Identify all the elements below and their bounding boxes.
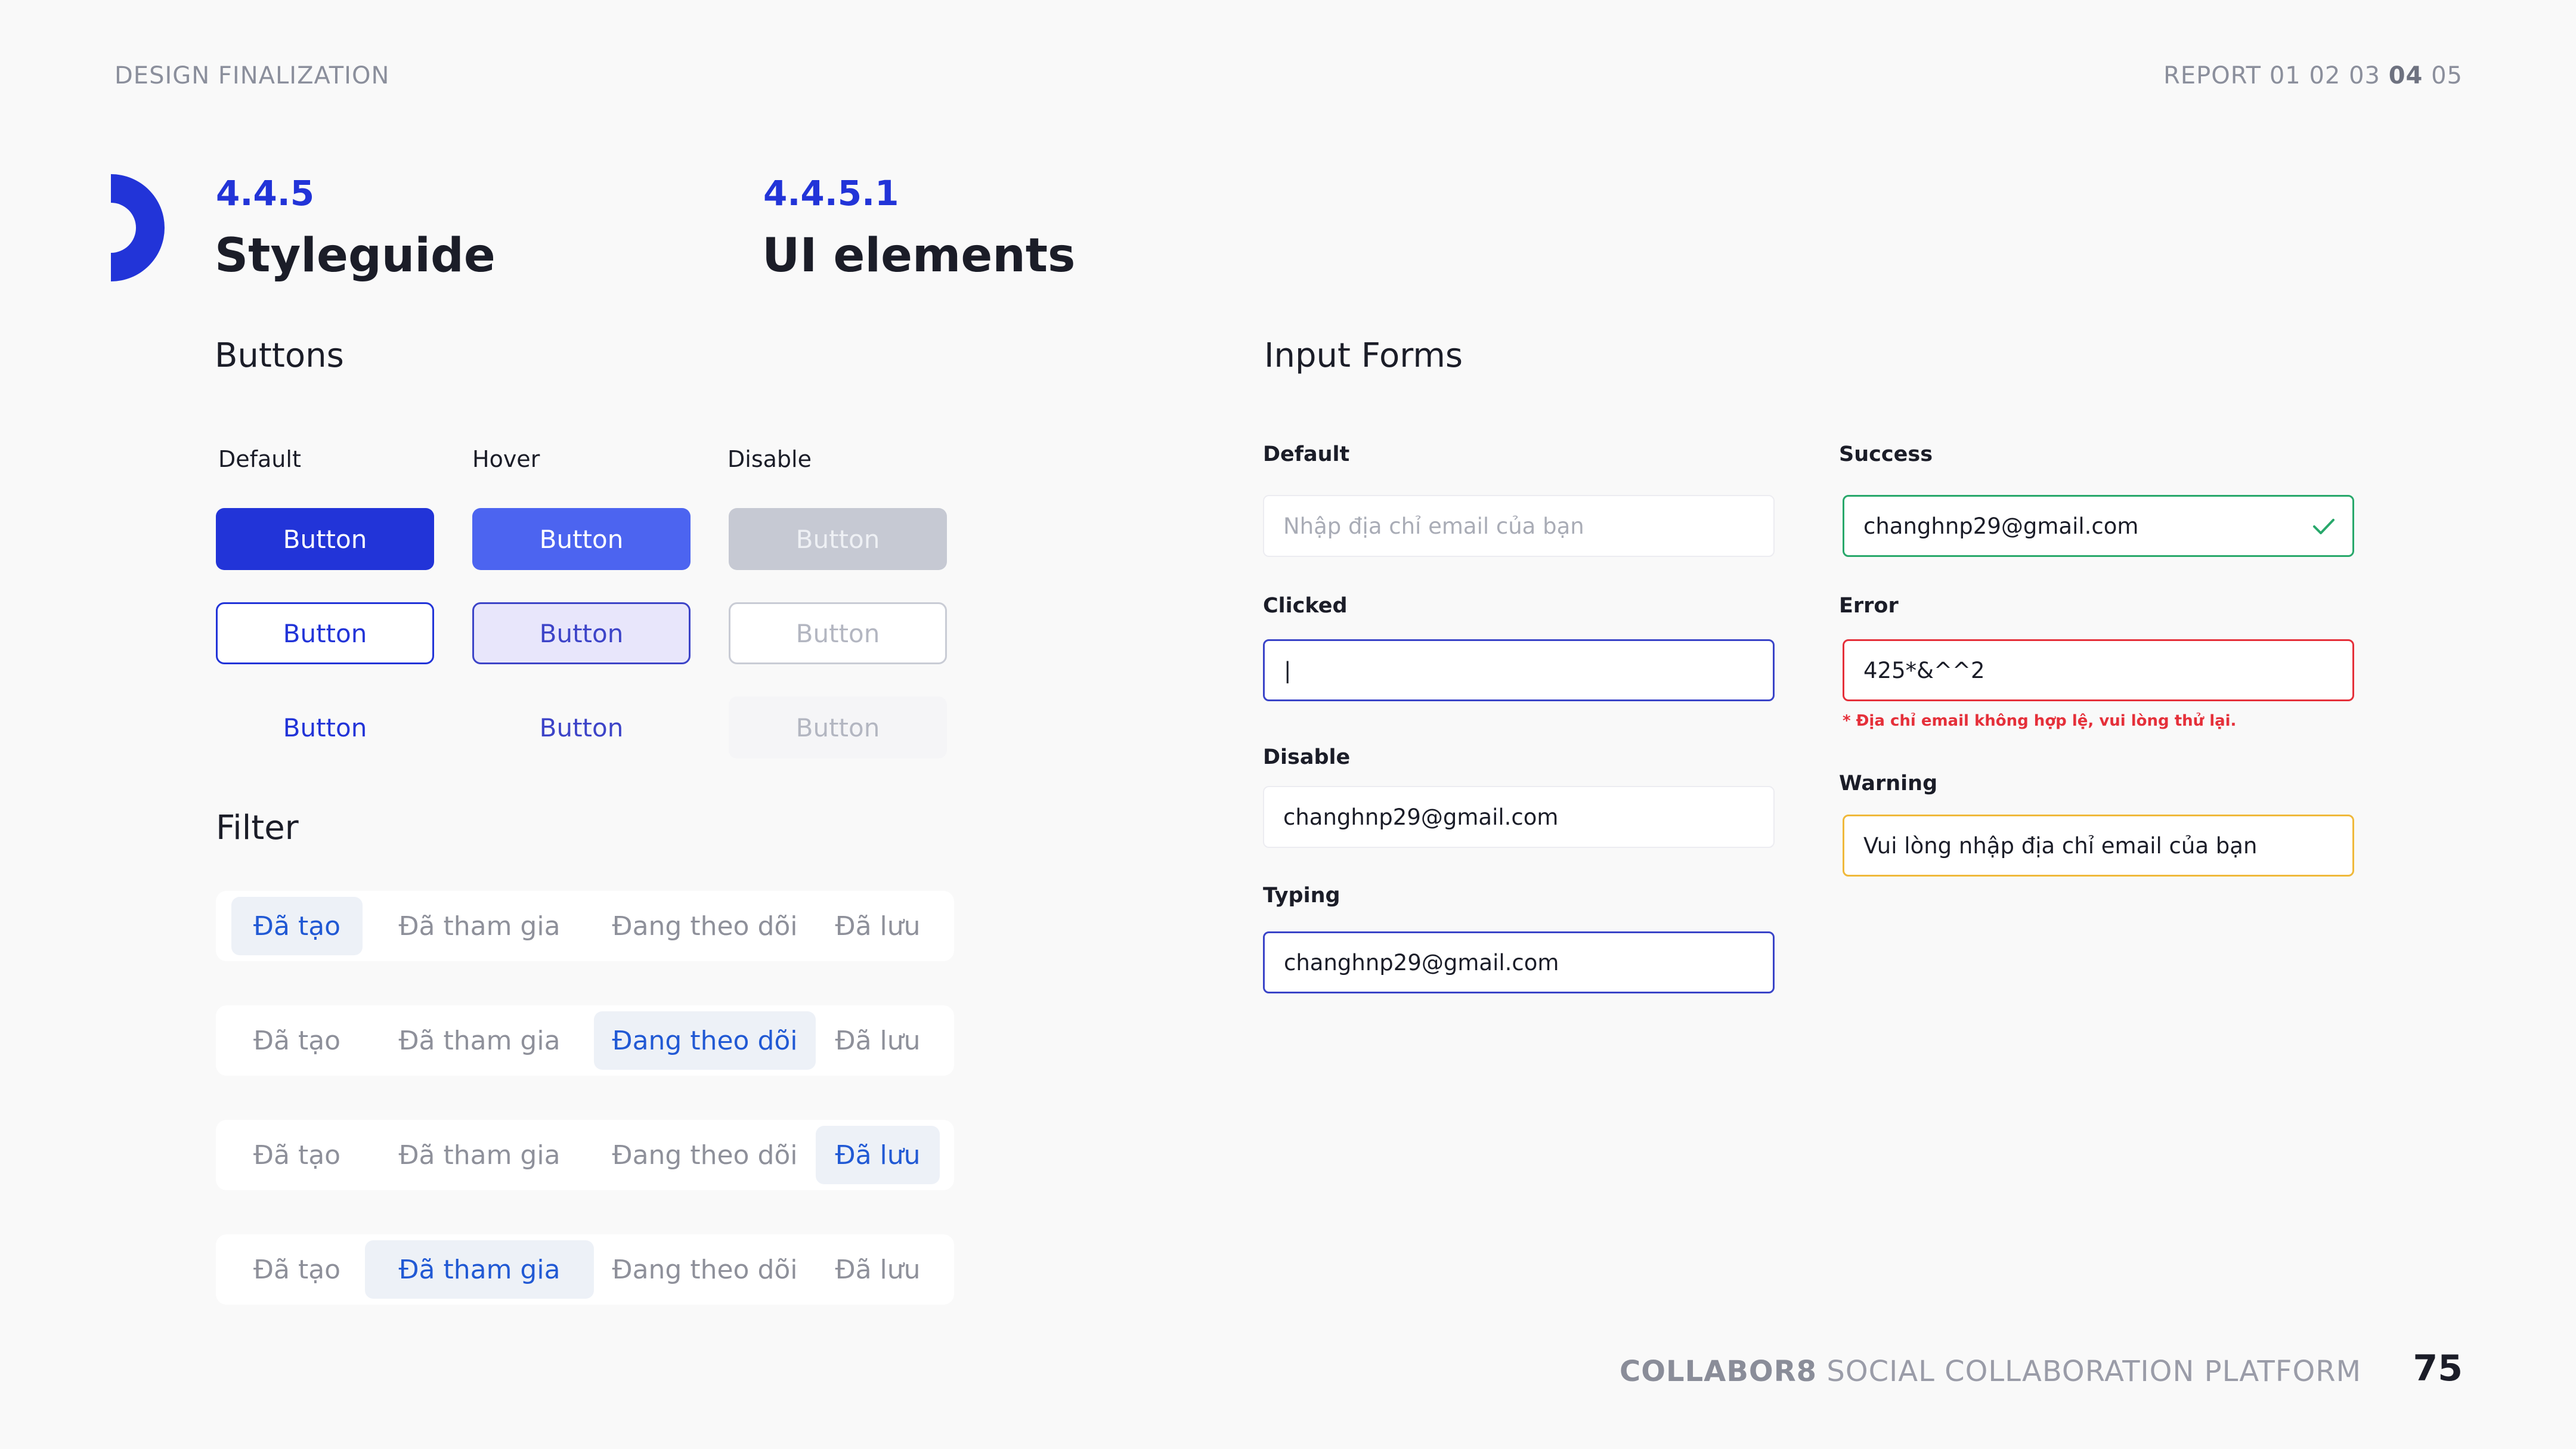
outline-button-hover[interactable]: Button	[472, 602, 691, 664]
email-input-disabled[interactable]: changhnp29@gmail.com	[1263, 786, 1775, 848]
footer-tagline: SOCIAL COLLABORATION PLATFORM	[1826, 1355, 2361, 1388]
error-message: * Địa chỉ email không hợp lệ, vui lòng t…	[1843, 712, 2237, 730]
filter-tab[interactable]: Đã tạo	[231, 1240, 363, 1299]
email-input-warning[interactable]: Vui lòng nhập địa chỉ email của bạn	[1843, 815, 2354, 877]
button-state-default-label: Default	[218, 446, 301, 472]
input-default-label: Default	[1263, 442, 1350, 466]
buttons-heading: Buttons	[215, 336, 344, 375]
email-input-default[interactable]: Nhập địa chỉ email của bạn	[1263, 495, 1775, 557]
filter-row: Đã tạo Đã tham gia Đang theo dõi Đã lưu	[216, 891, 954, 961]
subsection-number: 4.4.5.1	[763, 173, 899, 213]
outline-button-default[interactable]: Button	[216, 602, 434, 664]
email-input-typing[interactable]: changhnp29@gmail.com	[1263, 931, 1775, 993]
filter-tab[interactable]: Đã lưu	[816, 897, 940, 955]
page-number: 75	[2413, 1348, 2463, 1389]
doc-header-title: DESIGN FINALIZATION	[114, 62, 390, 89]
filter-tab[interactable]: Đã tham gia	[365, 897, 594, 955]
filter-tab[interactable]: Đang theo dõi	[594, 1240, 816, 1299]
filter-tab[interactable]: Đang theo dõi	[594, 1126, 816, 1184]
primary-button-hover[interactable]: Button	[472, 508, 691, 570]
section-title: Styleguide	[215, 229, 496, 283]
input-clicked-label: Clicked	[1263, 594, 1348, 618]
filter-tab[interactable]: Đã tạo	[231, 897, 363, 955]
filter-tab[interactable]: Đã lưu	[816, 1011, 940, 1070]
filter-tab[interactable]: Đã tạo	[231, 1126, 363, 1184]
primary-button-disabled[interactable]: Button	[729, 508, 947, 570]
report-page-03[interactable]: 03	[2349, 62, 2380, 89]
filter-row: Đã tạo Đã tham gia Đang theo dõi Đã lưu	[216, 1005, 954, 1076]
input-error-label: Error	[1839, 594, 1899, 618]
input-typing-label: Typing	[1263, 884, 1340, 908]
email-input-error[interactable]: 425*&^^2	[1843, 639, 2354, 701]
report-page-04[interactable]: 04	[2389, 62, 2423, 89]
input-disable-label: Disable	[1263, 745, 1351, 769]
filter-tab[interactable]: Đã tạo	[231, 1011, 363, 1070]
filter-tab[interactable]: Đang theo dõi	[594, 1011, 816, 1070]
section-number: 4.4.5	[216, 173, 315, 213]
input-forms-heading: Input Forms	[1264, 336, 1463, 375]
footer-platform-name: COLLABOR8 SOCIAL COLLABORATION PLATFORM	[1620, 1355, 2361, 1388]
report-label: REPORT	[2163, 62, 2262, 89]
button-state-disable-label: Disable	[727, 446, 812, 472]
filter-tab[interactable]: Đã tham gia	[365, 1126, 594, 1184]
email-input-clicked[interactable]: |	[1263, 639, 1775, 701]
brand-logo-icon	[111, 174, 165, 281]
filter-row: Đã tạo Đã tham gia Đang theo dõi Đã lưu	[216, 1234, 954, 1305]
primary-button-default[interactable]: Button	[216, 508, 434, 570]
filter-tab[interactable]: Đã tham gia	[365, 1240, 594, 1299]
filter-tab[interactable]: Đang theo dõi	[594, 897, 816, 955]
success-input-value: changhnp29@gmail.com	[1863, 513, 2139, 539]
outline-button-disabled[interactable]: Button	[729, 602, 947, 664]
filter-tab[interactable]: Đã lưu	[816, 1126, 940, 1184]
report-page-01[interactable]: 01	[2270, 62, 2301, 89]
email-input-success[interactable]: changhnp29@gmail.com	[1843, 495, 2354, 557]
subsection-title: UI elements	[762, 229, 1076, 283]
filter-tab[interactable]: Đã tham gia	[365, 1011, 594, 1070]
filter-tab[interactable]: Đã lưu	[816, 1240, 940, 1299]
filter-row: Đã tạo Đã tham gia Đang theo dõi Đã lưu	[216, 1120, 954, 1190]
text-button-hover[interactable]: Button	[472, 696, 691, 758]
footer-brand: COLLABOR8	[1619, 1355, 1818, 1388]
check-icon	[2313, 519, 2334, 534]
input-warning-label: Warning	[1839, 772, 1938, 795]
button-state-hover-label: Hover	[472, 446, 540, 472]
report-page-02[interactable]: 02	[2309, 62, 2340, 89]
filter-heading: Filter	[216, 809, 299, 847]
text-button-disabled[interactable]: Button	[729, 696, 947, 758]
report-page-nav: REPORT 01 02 03 04 05	[2163, 62, 2463, 89]
input-success-label: Success	[1839, 442, 1933, 466]
text-button-default[interactable]: Button	[216, 696, 434, 758]
report-page-05[interactable]: 05	[2431, 62, 2463, 89]
